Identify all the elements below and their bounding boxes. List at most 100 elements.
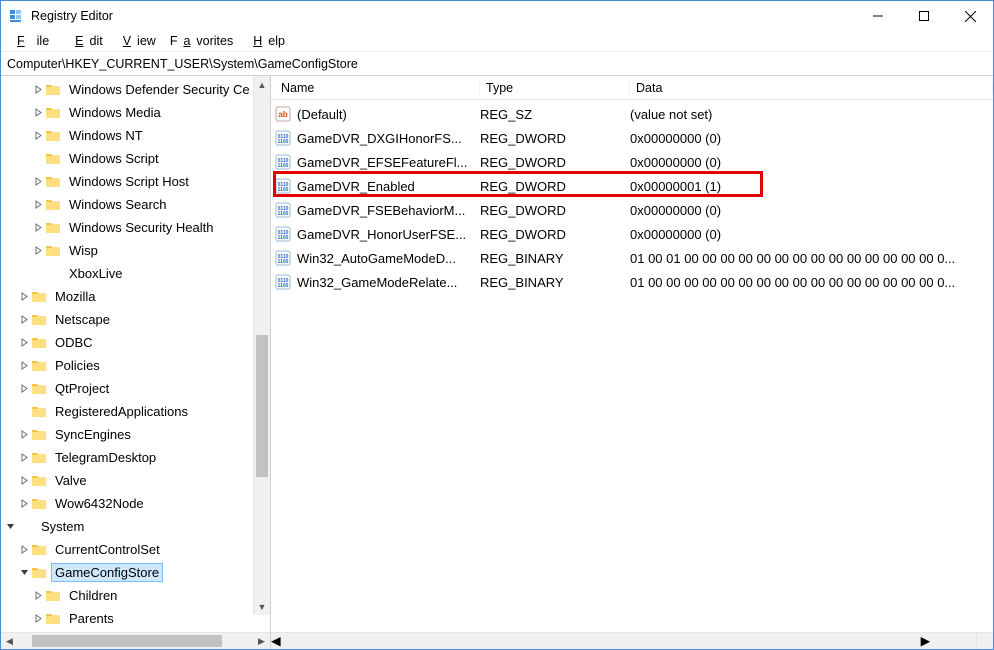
value-data: 0x00000001 (1) [630, 179, 993, 194]
value-row[interactable]: 01101100GameDVR_EnabledREG_DWORD0x000000… [271, 174, 993, 198]
tree-item-label: Netscape [51, 310, 114, 329]
collapse-icon[interactable] [3, 522, 17, 531]
tree-item[interactable]: ODBC [1, 331, 270, 354]
tree-item[interactable]: XboxLive [1, 262, 270, 285]
expand-icon[interactable] [31, 131, 45, 140]
tree-item[interactable]: RegisteredApplications [1, 400, 270, 423]
tree-horizontal-scrollbar[interactable]: ◀ ▶ [1, 632, 270, 649]
menu-file[interactable]: File [5, 32, 61, 50]
values-header[interactable]: Name Type Data [271, 76, 993, 100]
expand-icon[interactable] [31, 591, 45, 600]
menu-favorites[interactable]: Favorites [164, 32, 239, 50]
scroll-down-arrow-icon[interactable]: ▼ [254, 598, 270, 615]
titlebar[interactable]: Registry Editor [1, 1, 993, 31]
values-list[interactable]: ab(Default)REG_SZ(value not set) 01101100… [271, 100, 993, 294]
expand-icon[interactable] [17, 292, 31, 301]
value-row[interactable]: 01101100GameDVR_DXGIHonorFS...REG_DWORD0… [271, 126, 993, 150]
scrollbar-thumb[interactable] [256, 335, 268, 476]
values-horizontal-scrollbar[interactable]: ◀ ▶ [271, 632, 976, 649]
menu-view[interactable]: View [111, 32, 162, 50]
tree-item[interactable]: Windows Media [1, 101, 270, 124]
expand-icon[interactable] [17, 361, 31, 370]
tree-item[interactable]: SyncEngines [1, 423, 270, 446]
scroll-left-arrow-icon[interactable]: ◀ [1, 633, 18, 649]
binary-value-icon: 01101100 [275, 177, 293, 195]
tree-item[interactable]: Windows Defender Security Ce [1, 78, 270, 101]
minimize-button[interactable] [855, 1, 901, 31]
value-data: (value not set) [630, 107, 993, 122]
scroll-right-arrow-icon[interactable]: ▶ [921, 633, 931, 649]
folder-icon [45, 220, 61, 235]
expand-icon[interactable] [31, 177, 45, 186]
tree-vertical-scrollbar[interactable]: ▲ ▼ [253, 76, 270, 615]
expand-icon[interactable] [31, 223, 45, 232]
menubar: File Edit View Favorites Help [1, 31, 993, 52]
column-header-name[interactable]: Name [275, 81, 480, 95]
tree-item[interactable]: Windows Search [1, 193, 270, 216]
column-header-data[interactable]: Data [630, 81, 993, 95]
svg-text:1100: 1100 [278, 139, 289, 145]
value-data: 0x00000000 (0) [630, 131, 993, 146]
tree-item[interactable]: GameConfigStore [1, 561, 270, 584]
address-bar[interactable]: Computer\HKEY_CURRENT_USER\System\GameCo… [1, 52, 993, 76]
folder-icon [45, 82, 61, 97]
registry-tree[interactable]: Windows Defender Security CeWindows Medi… [1, 76, 270, 630]
tree-item-label: Mozilla [51, 287, 99, 306]
close-button[interactable] [947, 1, 993, 31]
tree-item[interactable]: Windows Security Health [1, 216, 270, 239]
expand-icon[interactable] [17, 499, 31, 508]
expand-icon[interactable] [31, 614, 45, 623]
window-title: Registry Editor [31, 9, 113, 23]
value-row[interactable]: 01101100GameDVR_EFSEFeatureFl...REG_DWOR… [271, 150, 993, 174]
tree-item[interactable]: Windows NT [1, 124, 270, 147]
tree-item[interactable]: Wisp [1, 239, 270, 262]
expand-icon[interactable] [17, 430, 31, 439]
value-row[interactable]: ab(Default)REG_SZ(value not set) [271, 102, 993, 126]
expand-icon[interactable] [31, 108, 45, 117]
column-header-type[interactable]: Type [480, 81, 630, 95]
tree-item[interactable]: CurrentControlSet [1, 538, 270, 561]
tree-item[interactable]: QtProject [1, 377, 270, 400]
collapse-icon[interactable] [17, 568, 31, 577]
tree-item[interactable]: Netscape [1, 308, 270, 331]
tree-item[interactable]: Wow6432Node [1, 492, 270, 515]
value-row[interactable]: 01101100GameDVR_FSEBehaviorM...REG_DWORD… [271, 198, 993, 222]
binary-value-icon: 01101100 [275, 153, 293, 171]
expand-icon[interactable] [17, 315, 31, 324]
scroll-right-arrow-icon[interactable]: ▶ [253, 633, 270, 649]
expand-icon[interactable] [31, 85, 45, 94]
menu-edit[interactable]: Edit [63, 32, 109, 50]
value-name: GameDVR_FSEBehaviorM... [297, 203, 480, 218]
tree-item[interactable]: Valve [1, 469, 270, 492]
expand-icon[interactable] [17, 476, 31, 485]
scrollbar-thumb[interactable] [32, 635, 222, 647]
tree-item-label: Children [65, 586, 121, 605]
expand-icon[interactable] [31, 200, 45, 209]
expand-icon[interactable] [17, 453, 31, 462]
tree-item[interactable]: Policies [1, 354, 270, 377]
tree-item[interactable]: System [1, 515, 270, 538]
expand-icon[interactable] [17, 384, 31, 393]
expand-icon[interactable] [17, 545, 31, 554]
tree-item[interactable]: Windows Script Host [1, 170, 270, 193]
maximize-button[interactable] [901, 1, 947, 31]
scroll-up-arrow-icon[interactable]: ▲ [254, 76, 270, 93]
tree-item[interactable]: Windows Script [1, 147, 270, 170]
folder-icon [31, 381, 47, 396]
folder-icon [45, 611, 61, 626]
value-row[interactable]: 01101100Win32_AutoGameModeD...REG_BINARY… [271, 246, 993, 270]
tree-item-label: Valve [51, 471, 91, 490]
value-row[interactable]: 01101100GameDVR_HonorUserFSE...REG_DWORD… [271, 222, 993, 246]
expand-icon[interactable] [31, 246, 45, 255]
menu-help[interactable]: Help [241, 32, 291, 50]
tree-item[interactable]: Mozilla [1, 285, 270, 308]
value-type: REG_BINARY [480, 251, 630, 266]
tree-item-label: Windows NT [65, 126, 147, 145]
tree-item[interactable]: Parents [1, 607, 270, 630]
tree-item[interactable]: TelegramDesktop [1, 446, 270, 469]
tree-item[interactable]: Children [1, 584, 270, 607]
value-name: GameDVR_DXGIHonorFS... [297, 131, 480, 146]
expand-icon[interactable] [17, 338, 31, 347]
value-row[interactable]: 01101100Win32_GameModeRelate...REG_BINAR… [271, 270, 993, 294]
scroll-left-arrow-icon[interactable]: ◀ [271, 633, 281, 649]
